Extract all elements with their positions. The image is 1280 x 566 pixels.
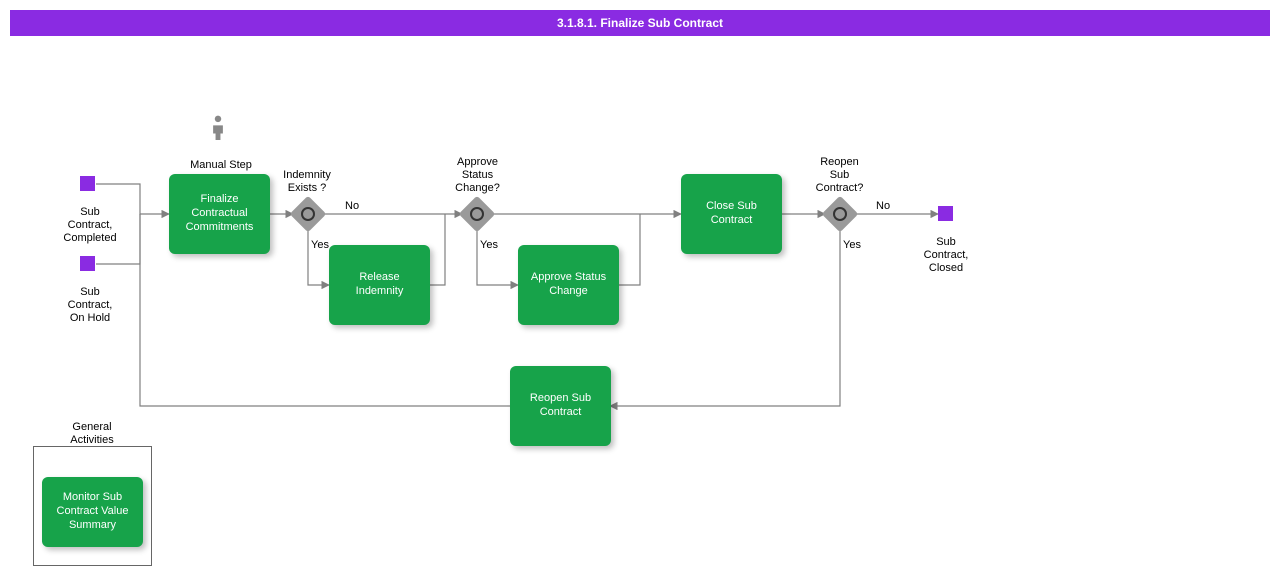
task-finalize-label: Finalize Contractual Commitments <box>175 193 264 234</box>
connector-layer <box>0 36 1260 536</box>
task-close-sub-contract-label: Close Sub Contract <box>687 200 776 228</box>
general-activities-frame: Monitor Sub Contract Value Summary <box>33 446 152 566</box>
task-release-indemnity: Release Indemnity <box>329 245 430 325</box>
task-reopen-sub-contract: Reopen Sub Contract <box>510 366 611 446</box>
diagram-title-bar: 3.1.8.1. Finalize Sub Contract <box>10 10 1270 36</box>
edge-reopen-no: No <box>876 200 890 213</box>
edge-indemnity-yes: Yes <box>311 239 329 252</box>
general-activities-label: General Activities <box>62 421 122 447</box>
start-event-onhold-label: Sub Contract, On Hold <box>60 286 120 326</box>
task-approve-status-change-label: Approve Status Change <box>524 271 613 299</box>
task-release-indemnity-label: Release Indemnity <box>335 271 424 299</box>
end-event-closed-label: Sub Contract, Closed <box>916 236 976 276</box>
task-finalize: Finalize Contractual Commitments <box>169 174 270 254</box>
edge-approve-yes: Yes <box>480 239 498 252</box>
end-event-closed <box>938 206 953 221</box>
gateway-approve-status <box>459 196 496 233</box>
task-reopen-sub-contract-label: Reopen Sub Contract <box>516 392 605 420</box>
task-close-sub-contract: Close Sub Contract <box>681 174 782 254</box>
edge-reopen-yes: Yes <box>843 239 861 252</box>
diagram-canvas: Sub Contract, Completed Sub Contract, On… <box>0 36 1260 536</box>
task-monitor-value-summary-label: Monitor Sub Contract Value Summary <box>48 491 137 532</box>
gateway-reopen <box>822 196 859 233</box>
gateway-indemnity-exists <box>290 196 327 233</box>
diagram-title: 3.1.8.1. Finalize Sub Contract <box>557 16 723 30</box>
user-icon <box>208 114 228 140</box>
task-monitor-value-summary: Monitor Sub Contract Value Summary <box>42 477 143 547</box>
gateway-reopen-label: Reopen Sub Contract? <box>812 156 867 196</box>
start-event-completed-label: Sub Contract, Completed <box>60 206 120 246</box>
edge-indemnity-no: No <box>345 200 359 213</box>
gateway-approve-status-label: Approve Status Change? <box>450 156 505 196</box>
task-approve-status-change: Approve Status Change <box>518 245 619 325</box>
start-event-onhold <box>80 256 95 271</box>
manual-step-label: Manual Step <box>181 159 261 172</box>
gateway-indemnity-exists-label: Indemnity Exists ? <box>277 169 337 195</box>
start-event-completed <box>80 176 95 191</box>
